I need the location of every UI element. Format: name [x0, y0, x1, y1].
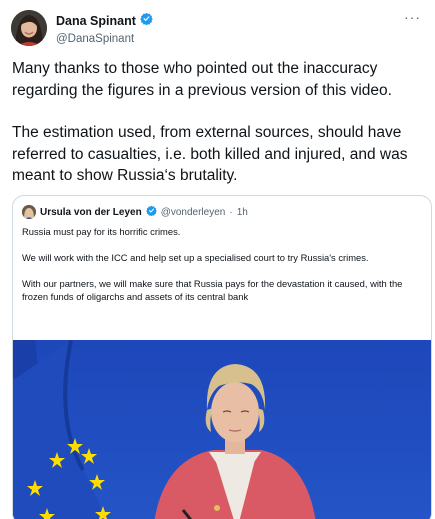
- quoted-tweet-timestamp[interactable]: 1h: [237, 207, 248, 218]
- quoted-tweet-text: Russia must pay for its horrific crimes.…: [22, 225, 417, 303]
- tweet-paragraph: Many thanks to those who pointed out the…: [12, 60, 392, 99]
- quoted-paragraph: We will work with the ICC and help set u…: [22, 252, 369, 263]
- quoted-tweet[interactable]: Ursula von der Leyen @vonderleyen · 1h R…: [12, 195, 432, 519]
- more-options-button[interactable]: ···: [404, 10, 421, 24]
- author-avatar[interactable]: [11, 10, 47, 46]
- quoted-paragraph: Russia must pay for its horrific crimes.: [22, 226, 181, 237]
- video-frame: [13, 340, 431, 519]
- author-info: Dana Spinant @DanaSpinant: [56, 12, 153, 45]
- tweet-paragraph: The estimation used, from external sourc…: [12, 124, 408, 184]
- quoted-author-handle[interactable]: @vonderleyen: [161, 207, 226, 218]
- avatar-photo: [11, 10, 47, 46]
- video-media[interactable]: [13, 340, 431, 519]
- quoted-verified-badge-icon: [145, 205, 157, 219]
- quoted-tweet-header: Ursula von der Leyen @vonderleyen · 1h: [22, 205, 248, 219]
- verified-badge-icon: [140, 12, 153, 30]
- author-handle[interactable]: @DanaSpinant: [56, 33, 153, 45]
- tweet-text: Many thanks to those who pointed out the…: [12, 58, 430, 187]
- meta-separator: ·: [229, 206, 233, 218]
- quoted-author-avatar[interactable]: [22, 205, 36, 219]
- tweet: Dana Spinant @DanaSpinant ··· Many thank…: [0, 0, 435, 519]
- quoted-paragraph: With our partners, we will make sure tha…: [22, 278, 403, 302]
- quoted-author-display-name[interactable]: Ursula von der Leyen: [40, 207, 142, 218]
- author-display-name[interactable]: Dana Spinant: [56, 14, 136, 28]
